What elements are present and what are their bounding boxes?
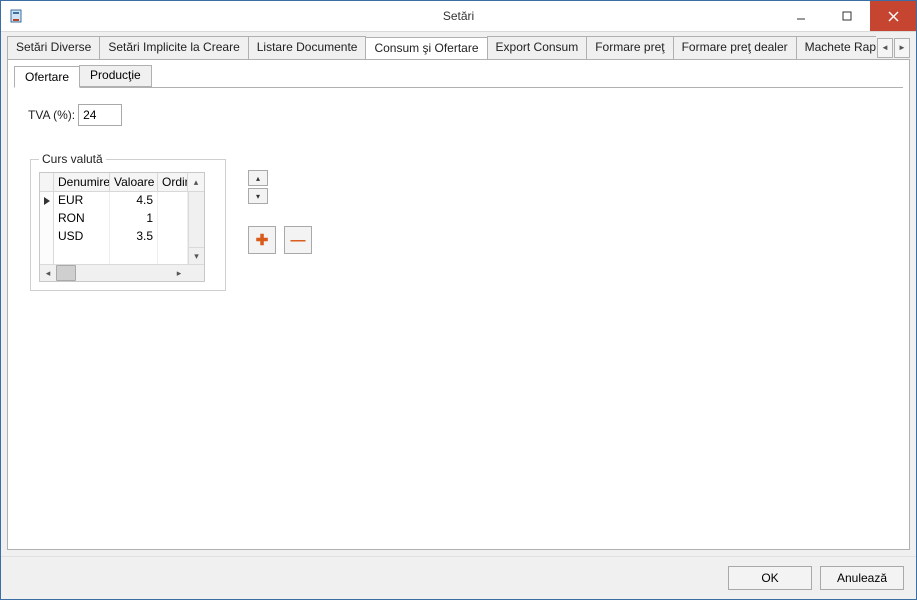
scroll-up-icon[interactable]: ▴ [188,173,204,192]
side-controls: ▴ ▾ ✚ — [248,170,312,254]
group-legend: Curs valută [39,152,106,166]
tab-scroll-right[interactable]: ► [894,38,910,58]
tab-formare-pret[interactable]: Formare preţ [586,36,673,59]
table-row[interactable]: RON 1 [40,210,188,228]
move-down-button[interactable]: ▾ [248,188,268,204]
col-valoare[interactable]: Valoare [110,173,158,192]
row-indicator [40,210,54,228]
tab-formare-pret-dealer[interactable]: Formare preţ dealer [673,36,797,59]
row-indicator [40,228,54,246]
move-up-button[interactable]: ▴ [248,170,268,186]
window-controls [778,1,916,31]
remove-button[interactable]: — [284,226,312,254]
tab-consum-ofertare[interactable]: Consum şi Ofertare [365,37,487,59]
col-ordine[interactable]: Ordin [158,173,188,192]
titlebar: Setări [1,1,916,32]
minus-icon: — [291,232,306,249]
tab-export-consum[interactable]: Export Consum [487,36,588,59]
grid-horizontal-scrollbar[interactable]: ◂ ▸ [40,264,204,281]
currency-grid[interactable]: Denumire Valoare Ordin ▴ [39,172,205,282]
table-row-empty [40,246,188,264]
tab-listare-documente[interactable]: Listare Documente [248,36,367,59]
main-panel: Ofertare Producţie TVA (%): Curs valută [7,59,910,550]
grid-header: Denumire Valoare Ordin ▴ [40,173,204,192]
sub-tab-strip: Ofertare Producţie [8,60,909,87]
tab-setari-diverse[interactable]: Setări Diverse [7,36,100,59]
app-icon [9,8,25,24]
settings-window: Setări Setări Diverse Setări Implicite l… [0,0,917,600]
cell-name[interactable]: USD [54,228,110,246]
add-button[interactable]: ✚ [248,226,276,254]
cell-value[interactable]: 4.5 [110,192,158,210]
table-row[interactable]: EUR 4.5 [40,192,188,210]
cell-order[interactable] [158,228,188,246]
cancel-button[interactable]: Anulează [820,566,904,590]
grid-header-indicator [40,173,54,192]
tva-input[interactable] [78,104,122,126]
cell-order[interactable] [158,210,188,228]
curs-valuta-group: Curs valută Denumire Valoare Ordin ▴ [30,152,226,291]
subtab-ofertare[interactable]: Ofertare [14,66,80,88]
tab-setari-implicite[interactable]: Setări Implicite la Creare [99,36,248,59]
scroll-right-icon[interactable]: ▸ [171,265,187,281]
table-row[interactable]: USD 3.5 [40,228,188,246]
cell-value[interactable]: 1 [110,210,158,228]
close-button[interactable] [870,1,916,31]
maximize-button[interactable] [824,1,870,31]
minimize-button[interactable] [778,1,824,31]
cell-value[interactable]: 3.5 [110,228,158,246]
client-area: Setări Diverse Setări Implicite la Crear… [1,32,916,599]
scroll-thumb[interactable] [56,265,76,281]
scroll-left-icon[interactable]: ◂ [40,265,56,281]
cell-name[interactable]: RON [54,210,110,228]
grid-vertical-scrollbar[interactable]: ▾ [188,192,204,264]
plus-icon: ✚ [256,231,269,249]
cell-order[interactable] [158,192,188,210]
col-denumire[interactable]: Denumire [54,173,110,192]
main-tab-strip: Setări Diverse Setări Implicite la Crear… [1,32,916,59]
main-tabs: Setări Diverse Setări Implicite la Crear… [7,36,876,59]
tab-scroll-left[interactable]: ◄ [877,38,893,58]
sub-panel: TVA (%): Curs valută Denumire Valoare [14,87,903,543]
tva-row: TVA (%): [28,104,889,126]
ok-button[interactable]: OK [728,566,812,590]
tab-machete-rapoarte[interactable]: Machete Rapoarte [796,36,876,59]
dialog-footer: OK Anulează [1,556,916,599]
tva-label: TVA (%): [28,108,75,122]
row-indicator-icon [40,192,54,210]
subtab-productie[interactable]: Producţie [79,65,152,87]
cell-name[interactable]: EUR [54,192,110,210]
scroll-down-icon[interactable]: ▾ [189,247,204,264]
